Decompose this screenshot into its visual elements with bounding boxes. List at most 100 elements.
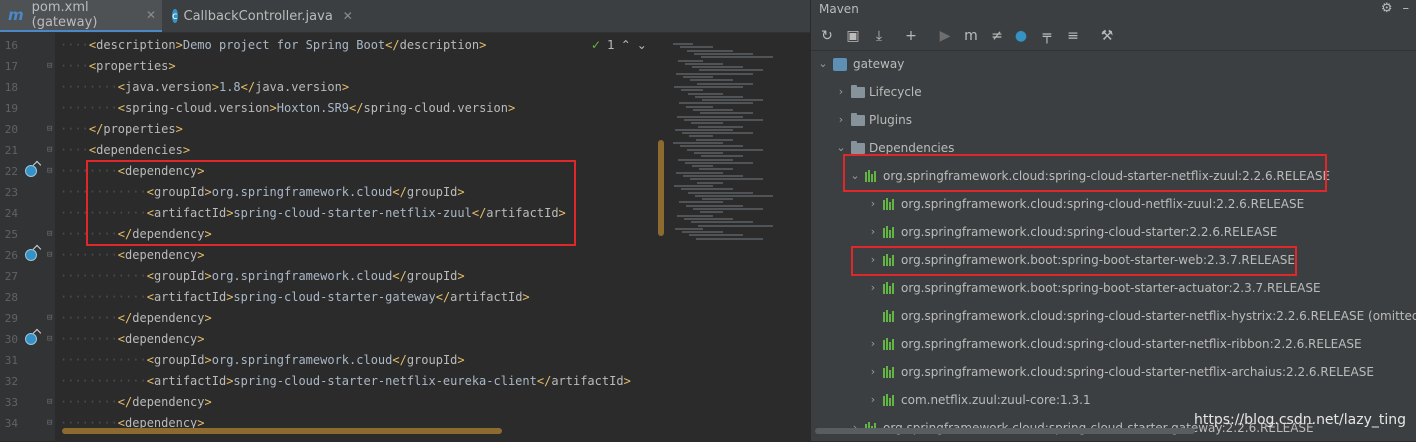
- chevron-right-icon[interactable]: ›: [867, 218, 879, 246]
- xml-bracket: >: [457, 269, 465, 283]
- xml-bracket: </: [117, 311, 133, 325]
- fold-marker-icon[interactable]: ⊟: [47, 61, 52, 71]
- line-number: 21: [4, 144, 18, 157]
- tree-node[interactable]: › org.springframework.cloud:spring-cloud-…: [867, 358, 1374, 386]
- code-line: ····<properties>: [60, 56, 176, 77]
- minimap-line: [688, 191, 753, 194]
- minimap-line: [683, 175, 743, 177]
- editor-horizontal-scrollbar[interactable]: [62, 428, 502, 434]
- execute-goal-icon[interactable]: m: [961, 26, 981, 46]
- xml-bracket: </: [240, 80, 256, 94]
- xml-text: Hoxton.SR9: [276, 101, 350, 115]
- line-number: 18: [4, 81, 18, 94]
- minimap-line: [695, 95, 743, 98]
- indent-guides: ············: [60, 374, 147, 388]
- fold-marker-icon[interactable]: ⊟: [47, 124, 52, 134]
- add-icon[interactable]: +: [901, 26, 921, 46]
- fold-marker-icon[interactable]: ⊟: [47, 397, 52, 407]
- minimap-line: [676, 72, 753, 75]
- close-icon[interactable]: ✕: [343, 9, 353, 23]
- library-icon: [883, 394, 897, 406]
- download-icon[interactable]: ⤓: [869, 26, 889, 46]
- xml-bracket: >: [211, 80, 219, 94]
- collapse-all-icon[interactable]: ≡: [1063, 26, 1083, 46]
- code-minimap[interactable]: [665, 33, 810, 441]
- tree-node[interactable]: › Lifecycle: [835, 78, 922, 106]
- tree-node[interactable]: › org.springframework.cloud:spring-cloud-…: [867, 190, 1304, 218]
- minimap-line: [698, 224, 773, 227]
- tab-callback-controller[interactable]: c CallbackController.java ✕: [164, 0, 353, 32]
- fold-marker-icon[interactable]: ⊟: [47, 166, 52, 176]
- tree-node[interactable]: ⌄ gateway: [817, 50, 904, 78]
- indent-guides: ········: [60, 248, 118, 262]
- chevron-down-icon[interactable]: ⌄: [817, 50, 829, 78]
- navigate-dependency-icon[interactable]: [25, 333, 37, 345]
- chevron-right-icon[interactable]: ›: [867, 274, 879, 302]
- fold-marker-icon[interactable]: ⊟: [47, 145, 52, 155]
- minimap-line: [673, 142, 723, 144]
- generate-sources-icon[interactable]: ▣: [843, 26, 863, 46]
- code-line: ········<java.version>1.8</java.version>: [60, 77, 349, 98]
- tree-node[interactable]: org.springframework.cloud:spring-cloud-s…: [867, 302, 1416, 330]
- tab-pom-xml[interactable]: m pom.xml (gateway) ✕: [0, 0, 162, 32]
- gear-icon[interactable]: ⚙: [1381, 0, 1393, 18]
- xml-tag-name: artifactId: [551, 374, 624, 388]
- folder-icon: [851, 112, 865, 126]
- minimap-line: [689, 135, 713, 138]
- indent-guides: ····: [60, 143, 89, 157]
- minimap-line: [696, 237, 763, 240]
- line-number: 26: [4, 249, 18, 262]
- xml-tag-name: dependencies: [96, 143, 183, 157]
- code-line: ········<dependency>: [60, 329, 205, 350]
- run-icon[interactable]: ▶: [935, 26, 955, 46]
- tree-node[interactable]: › org.springframework.cloud:spring-cloud-…: [867, 218, 1278, 246]
- chevron-right-icon[interactable]: ›: [867, 330, 879, 358]
- toggle-offline-icon[interactable]: ≠: [987, 26, 1007, 46]
- code-line: ····</properties>: [60, 119, 183, 140]
- tree-node-label: org.springframework.cloud:spring-cloud-s…: [901, 337, 1362, 351]
- tree-node[interactable]: › Plugins: [835, 106, 912, 134]
- chevron-right-icon[interactable]: ›: [835, 78, 847, 106]
- chevron-up-icon[interactable]: ⌃: [621, 38, 631, 52]
- xml-text: 1.8: [218, 80, 241, 94]
- xml-bracket: </: [88, 122, 104, 136]
- fold-marker-icon[interactable]: ⊟: [47, 250, 52, 260]
- xml-tag-name: description: [96, 38, 176, 52]
- fold-marker-icon[interactable]: ⊟: [47, 334, 52, 344]
- chevron-down-icon[interactable]: ⌄: [637, 38, 647, 52]
- chevron-right-icon[interactable]: ›: [867, 190, 879, 218]
- maven-m-icon: m: [8, 6, 24, 24]
- editor-vertical-scrollbar[interactable]: [658, 140, 664, 236]
- xml-bracket: <: [117, 248, 126, 262]
- tree-node[interactable]: › org.springframework.cloud:spring-cloud-…: [867, 330, 1362, 358]
- inspection-widget[interactable]: ✓ 1 ⌃ ⌄: [591, 38, 647, 52]
- highlight-box-zuul-dependency: [86, 160, 576, 246]
- minimap-line: [685, 161, 753, 164]
- chevron-right-icon[interactable]: ›: [835, 106, 847, 134]
- tree-node[interactable]: › org.springframework.boot:spring-boot-st…: [867, 274, 1321, 302]
- library-icon: [883, 198, 897, 210]
- navigate-dependency-icon[interactable]: [25, 165, 37, 177]
- tree-node[interactable]: › com.netflix.zuul:zuul-core:1.3.1: [867, 386, 1091, 414]
- chevron-right-icon[interactable]: ›: [867, 358, 879, 386]
- library-icon: [883, 226, 897, 238]
- xml-bracket: >: [479, 38, 487, 52]
- xml-bracket: >: [182, 143, 191, 157]
- fold-marker-icon[interactable]: ⊟: [47, 229, 52, 239]
- fold-marker-icon[interactable]: ⊟: [47, 313, 52, 323]
- minimap-line: [679, 201, 723, 204]
- maven-horizontal-scrollbar[interactable]: [815, 428, 1195, 434]
- line-number: 31: [4, 354, 18, 367]
- xml-bracket: >: [204, 311, 212, 325]
- settings-wrench-icon[interactable]: ⚒: [1097, 26, 1117, 46]
- navigate-dependency-icon[interactable]: [25, 249, 37, 261]
- reload-icon[interactable]: ↻: [817, 26, 837, 46]
- chevron-right-icon[interactable]: ›: [867, 386, 879, 414]
- skip-tests-icon[interactable]: ●: [1011, 26, 1031, 46]
- close-icon[interactable]: ✕: [146, 8, 156, 22]
- minimize-icon[interactable]: –: [1403, 0, 1410, 18]
- tree-node-label: gateway: [853, 57, 905, 71]
- show-dependencies-icon[interactable]: ╤: [1037, 26, 1057, 46]
- fold-marker-icon[interactable]: ⊟: [47, 418, 52, 428]
- indent-guides: ····: [60, 59, 89, 73]
